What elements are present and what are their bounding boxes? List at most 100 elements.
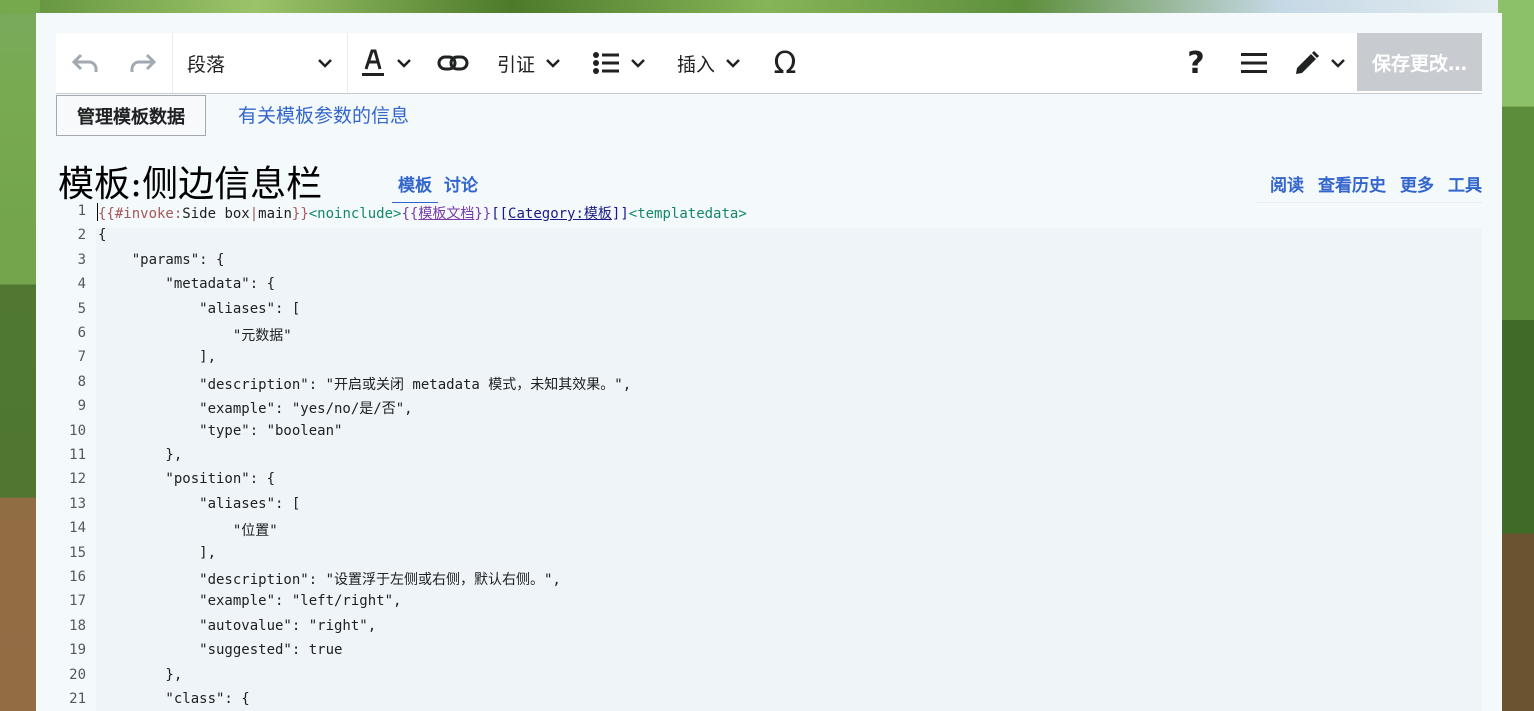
chevron-down-icon	[397, 59, 411, 68]
line-number: 17	[69, 593, 86, 610]
invoke-close: }}	[291, 206, 309, 222]
line-number: 1	[77, 203, 86, 219]
redo-button[interactable]	[114, 33, 172, 93]
line-number: 13	[69, 495, 86, 512]
edit-mode-dropdown[interactable]	[1283, 33, 1357, 93]
code-line: "aliases": [	[98, 495, 301, 512]
code-line: "description": "设置浮于左侧或右侧，默认右侧。",	[98, 572, 561, 588]
menu-icon	[1241, 53, 1267, 73]
invoke-open: {{#invoke:	[98, 206, 183, 222]
line-number: 3	[77, 251, 86, 268]
source-editor[interactable]: 1 2 3 4 5 6 7 8 9 10 11 12 13 14 15 16 17 18 19 20 21 {{#inv…	[56, 203, 1482, 711]
tab-talk[interactable]: 讨论	[438, 171, 484, 204]
tab-template[interactable]: 模板	[392, 171, 438, 204]
chevron-down-icon	[1331, 59, 1345, 68]
code-line: "example": "yes/no/是/否",	[98, 401, 413, 418]
background-right	[1498, 0, 1534, 711]
templatedata-tag: <templatedata>	[628, 206, 747, 222]
chevron-down-icon	[726, 59, 740, 68]
tab-history[interactable]: 查看历史	[1318, 171, 1386, 196]
line-number-gutter: 1 2 3 4 5 6 7 8 9 10 11 12 13 14 15 16 17 18 19 20 21	[56, 203, 96, 711]
line-number: 6	[77, 325, 86, 341]
list-dropdown[interactable]	[576, 33, 662, 93]
line-number: 20	[69, 666, 86, 683]
cite-dropdown[interactable]: 引证	[482, 33, 576, 93]
line-number: 19	[69, 642, 86, 659]
code-background	[96, 228, 1482, 711]
undo-icon	[71, 53, 98, 72]
code-line-1: {{#invoke:Side box|main}}<noinclude>{{模板…	[98, 203, 747, 223]
doc-template-link[interactable]: 模板文档	[418, 206, 474, 222]
code-line: "autovalue": "right",	[98, 617, 377, 634]
line-number: 21	[69, 691, 86, 707]
help-icon: ?	[1187, 45, 1205, 81]
page-options-button[interactable]	[1225, 33, 1283, 93]
save-changes-button[interactable]: 保存更改…	[1357, 33, 1482, 91]
invoke-body: Side box	[182, 206, 250, 222]
line-number: 18	[69, 617, 86, 634]
doc-open: {{	[401, 206, 419, 222]
cat-open: [[	[491, 206, 509, 222]
doc-close: }}	[474, 206, 492, 222]
page-title: 模板:侧边信息栏	[58, 164, 323, 205]
code-line: "位置"	[98, 523, 278, 540]
line-number: 2	[77, 227, 86, 244]
page-content: 段落 引证 插入 Ω ? 保存更改… 管理模板数据 有关模板参数的信息 模板:侧…	[36, 13, 1502, 711]
link-button[interactable]	[424, 33, 482, 93]
chevron-down-icon	[631, 59, 645, 68]
page-actions: 阅读 查看历史 更多 工具	[1256, 171, 1482, 203]
visual-editor-toolbar: 段落 引证 插入 Ω ? 保存更改…	[56, 33, 1482, 94]
line-number: 5	[77, 300, 86, 317]
special-character-button[interactable]: Ω	[756, 33, 814, 93]
manage-templatedata-button[interactable]: 管理模板数据	[56, 95, 206, 136]
text-style-dropdown[interactable]	[348, 33, 424, 93]
line-number: 4	[77, 276, 86, 293]
invoke-arg: main	[258, 206, 292, 222]
omega-icon: Ω	[773, 45, 797, 81]
code-line: "class": {	[98, 691, 250, 707]
tab-read[interactable]: 阅读	[1270, 171, 1304, 196]
code-line: ],	[98, 349, 217, 366]
line-number: 15	[69, 544, 86, 561]
line-number: 7	[77, 349, 86, 366]
code-line: },	[98, 447, 183, 463]
code-line: },	[98, 666, 183, 683]
insert-label: 插入	[676, 53, 715, 76]
chevron-down-icon	[318, 59, 332, 68]
line-number: 16	[69, 569, 86, 585]
code-line: "position": {	[98, 471, 276, 488]
background-left	[0, 0, 40, 711]
line-number: 10	[69, 422, 86, 439]
bullet-list-icon	[593, 52, 619, 74]
chevron-down-icon	[546, 59, 560, 68]
code-line: ],	[98, 544, 217, 561]
undo-button[interactable]	[56, 33, 114, 93]
paragraph-label: 段落	[187, 53, 226, 76]
code-line: "type": "boolean"	[98, 422, 343, 439]
code-line: "example": "left/right",	[98, 593, 402, 610]
cat-close: ]]	[611, 206, 629, 222]
help-button[interactable]: ?	[1167, 33, 1225, 93]
template-parameters-info-link[interactable]: 有关模板参数的信息	[238, 101, 409, 128]
code-line: {	[98, 227, 107, 244]
insert-dropdown[interactable]: 插入	[662, 33, 756, 93]
code-line: "metadata": {	[98, 276, 276, 293]
code-line: "aliases": [	[98, 300, 301, 317]
paragraph-format-dropdown[interactable]: 段落	[173, 33, 347, 93]
pencil-icon	[1296, 50, 1320, 74]
background-top	[0, 0, 1534, 14]
noinclude-tag: <noinclude>	[308, 206, 402, 222]
category-link[interactable]: Category:模板	[508, 206, 612, 222]
line-number: 12	[69, 471, 86, 488]
code-line: "元数据"	[98, 328, 292, 344]
namespace-tabs: 模板 讨论	[392, 171, 484, 204]
tab-tools[interactable]: 工具	[1448, 171, 1482, 196]
invoke-sep: |	[249, 206, 259, 222]
line-number: 11	[69, 447, 86, 463]
line-number: 14	[69, 520, 86, 537]
code-line: "description": "开启或关闭 metadata 模式，未知其效果。…	[98, 376, 632, 393]
tab-more[interactable]: 更多	[1400, 171, 1434, 196]
code-line: "params": {	[98, 251, 225, 268]
redo-icon	[130, 53, 157, 72]
cite-label: 引证	[496, 53, 535, 76]
